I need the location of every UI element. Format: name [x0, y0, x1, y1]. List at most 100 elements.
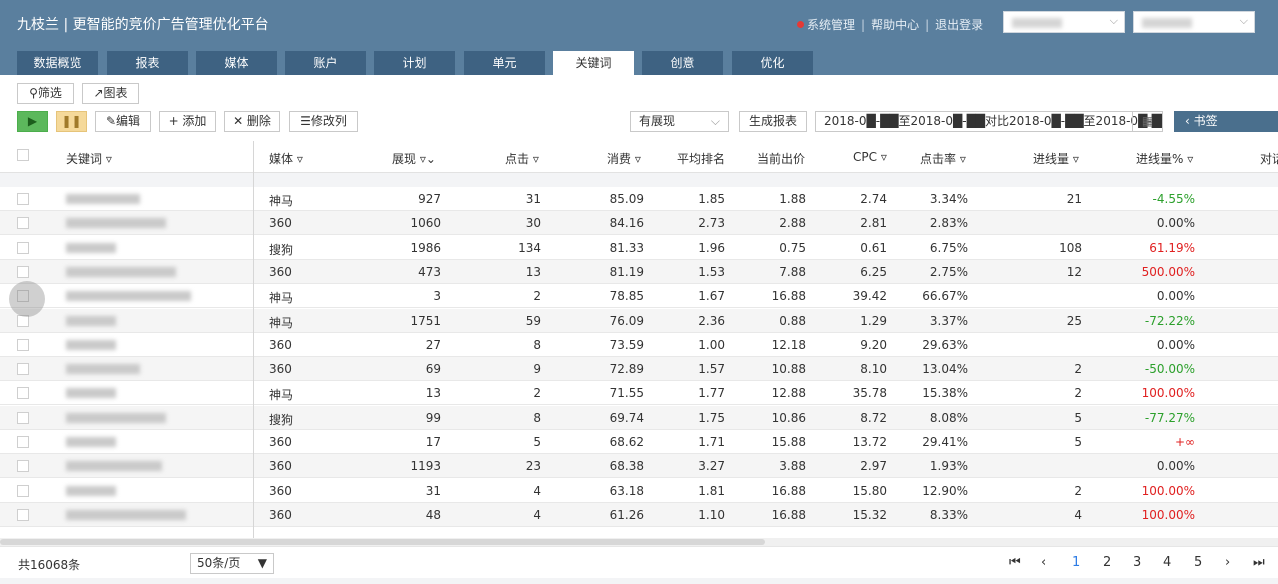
col-ctr[interactable]: 点击率 ▿	[920, 150, 966, 167]
add-button[interactable]: + 添加	[159, 111, 216, 132]
calendar-icon[interactable]: ▦	[1132, 112, 1162, 131]
row-checkbox[interactable]	[17, 436, 29, 448]
table-row[interactable]: 神马 3 2 78.85 1.67 16.88 39.42 66.67% 0.00%	[0, 284, 1278, 308]
tab-2[interactable]: 媒体	[196, 51, 277, 75]
select-all-checkbox[interactable]	[17, 149, 29, 161]
keyword-redacted[interactable]	[66, 364, 140, 374]
cell-clicks: 13	[525, 265, 541, 279]
page-5[interactable]: 5	[1194, 555, 1202, 570]
row-checkbox[interactable]	[17, 266, 29, 278]
row-checkbox[interactable]	[17, 363, 29, 375]
tab-1[interactable]: 报表	[107, 51, 188, 75]
col-leads-pct[interactable]: 进线量% ▿	[1136, 150, 1193, 167]
table-row[interactable]: 搜狗 1986 134 81.33 1.96 0.75 0.61 6.75% 108 61.19%	[0, 236, 1278, 260]
keyword-redacted[interactable]	[66, 461, 162, 471]
table-row[interactable]: 360 1060 30 84.16 2.73 2.88 2.81 2.83% 0.00%	[0, 211, 1278, 235]
row-checkbox[interactable]	[17, 339, 29, 351]
cell-bid: 12.88	[771, 386, 806, 400]
tab-8[interactable]: 优化	[732, 51, 813, 75]
table-row[interactable]: 360 31 4 63.18 1.81 16.88 15.80 12.90% 2 100.00%	[0, 479, 1278, 503]
logout-link[interactable]: 退出登录	[935, 18, 983, 32]
system-admin-link[interactable]: 系统管理	[807, 18, 855, 32]
date-range-input[interactable]: 2018-0█-██至2018-0█-██对比2018-0█-██至2018-0…	[815, 111, 1163, 132]
page-2[interactable]: 2	[1103, 555, 1111, 570]
page-3[interactable]: 3	[1133, 555, 1141, 570]
col-leads[interactable]: 进线量 ▿	[1033, 150, 1079, 167]
table-row[interactable]: 360 27 8 73.59 1.00 12.18 9.20 29.63% 0.00%	[0, 333, 1278, 357]
table-row[interactable]: 360 69 9 72.89 1.57 10.88 8.10 13.04% 2 -50.00%	[0, 357, 1278, 381]
col-avg-rank[interactable]: 平均排名	[677, 150, 725, 167]
cell-media: 360	[269, 216, 292, 230]
cell-impressions: 1986	[410, 241, 441, 255]
table-row[interactable]: 神马 1751 59 76.09 2.36 0.88 1.29 3.37% 25 -72.22%	[0, 309, 1278, 333]
tab-0[interactable]: 数据概览	[17, 51, 98, 75]
col-cpc[interactable]: CPC ▿	[853, 150, 887, 164]
row-checkbox[interactable]	[17, 509, 29, 521]
row-checkbox[interactable]	[17, 485, 29, 497]
table-row[interactable]: 搜狗 99 8 69.74 1.75 10.86 8.72 8.08% 5 -77.27%	[0, 406, 1278, 430]
row-checkbox[interactable]	[17, 193, 29, 205]
cell-clicks: 8	[533, 411, 541, 425]
keyword-redacted[interactable]	[66, 486, 116, 496]
keyword-redacted[interactable]	[66, 243, 116, 253]
delete-button[interactable]: ✕ 删除	[224, 111, 280, 132]
keyword-redacted[interactable]	[66, 267, 176, 277]
edit-button[interactable]: ✎编辑	[95, 111, 151, 132]
enable-button[interactable]: ▶	[17, 111, 48, 132]
col-dialog[interactable]: 对话	[1260, 150, 1278, 167]
col-current-bid[interactable]: 当前出价	[757, 150, 805, 167]
row-checkbox[interactable]	[17, 387, 29, 399]
generate-report-button[interactable]: 生成报表	[739, 111, 807, 132]
prev-page-icon[interactable]: ‹	[1041, 555, 1046, 570]
page-1[interactable]: 1	[1072, 555, 1080, 570]
keyword-redacted[interactable]	[66, 218, 166, 228]
horizontal-scrollbar[interactable]	[0, 538, 1278, 546]
drag-handle[interactable]	[9, 281, 45, 317]
cell-cpc: 1.29	[860, 314, 887, 328]
table-row[interactable]: 360 48 4 61.26 1.10 16.88 15.32 8.33% 4 100.00%	[0, 503, 1278, 527]
modify-columns-button[interactable]: ☰修改列	[289, 111, 358, 132]
next-page-icon[interactable]: ›	[1225, 555, 1230, 570]
scrollbar-thumb[interactable]	[0, 539, 765, 545]
table-row[interactable]: 神马 13 2 71.55 1.77 12.88 35.78 15.38% 2 100.00%	[0, 381, 1278, 405]
bookmark-button[interactable]: ‹ 书签	[1174, 111, 1278, 132]
row-checkbox[interactable]	[17, 217, 29, 229]
col-keyword[interactable]: 关键词 ▿	[66, 150, 112, 167]
col-impressions[interactable]: 展现 ▿⌄	[392, 150, 436, 167]
account-select-2[interactable]: ⌵	[1133, 11, 1255, 33]
keyword-redacted[interactable]	[66, 510, 186, 520]
last-page-icon[interactable]: ⏭	[1253, 555, 1265, 570]
page-size-select[interactable]: 50条/页 ▼	[190, 553, 274, 574]
filter-button[interactable]: ⚲筛选	[17, 83, 74, 104]
col-clicks[interactable]: 点击 ▿	[505, 150, 539, 167]
pause-button[interactable]: ❚❚	[56, 111, 87, 132]
tab-3[interactable]: 账户	[285, 51, 366, 75]
keyword-redacted[interactable]	[66, 413, 166, 423]
keyword-redacted[interactable]	[66, 194, 140, 204]
keyword-redacted[interactable]	[66, 316, 116, 326]
account-select-1[interactable]: ⌵	[1003, 11, 1125, 33]
help-center-link[interactable]: 帮助中心	[871, 18, 919, 32]
table-row[interactable]: 360 17 5 68.62 1.71 15.88 13.72 29.41% 5 +∞	[0, 430, 1278, 454]
table-row[interactable]: 360 1193 23 68.38 3.27 3.88 2.97 1.93% 0.00%	[0, 454, 1278, 478]
keyword-redacted[interactable]	[66, 291, 191, 301]
row-checkbox[interactable]	[17, 242, 29, 254]
row-checkbox[interactable]	[17, 412, 29, 424]
tab-5[interactable]: 单元	[464, 51, 545, 75]
tab-4[interactable]: 计划	[374, 51, 455, 75]
chart-button[interactable]: ↗图表	[82, 83, 139, 104]
keyword-redacted[interactable]	[66, 437, 116, 447]
tab-6[interactable]: 关键词	[553, 51, 634, 76]
row-checkbox[interactable]	[17, 460, 29, 472]
col-cost[interactable]: 消费 ▿	[607, 150, 641, 167]
keyword-redacted[interactable]	[66, 340, 116, 350]
chart-icon: ↗	[93, 86, 104, 100]
tab-7[interactable]: 创意	[642, 51, 723, 75]
col-media[interactable]: 媒体 ▿	[269, 150, 303, 167]
keyword-redacted[interactable]	[66, 388, 116, 398]
first-page-icon[interactable]: ⏮	[1009, 555, 1021, 570]
table-row[interactable]: 360 473 13 81.19 1.53 7.88 6.25 2.75% 12 500.00%	[0, 260, 1278, 284]
table-row[interactable]: 神马 927 31 85.09 1.85 1.88 2.74 3.34% 21 -4.55%	[0, 187, 1278, 211]
display-select[interactable]: 有展现 ⌵	[630, 111, 729, 132]
page-4[interactable]: 4	[1163, 555, 1171, 570]
